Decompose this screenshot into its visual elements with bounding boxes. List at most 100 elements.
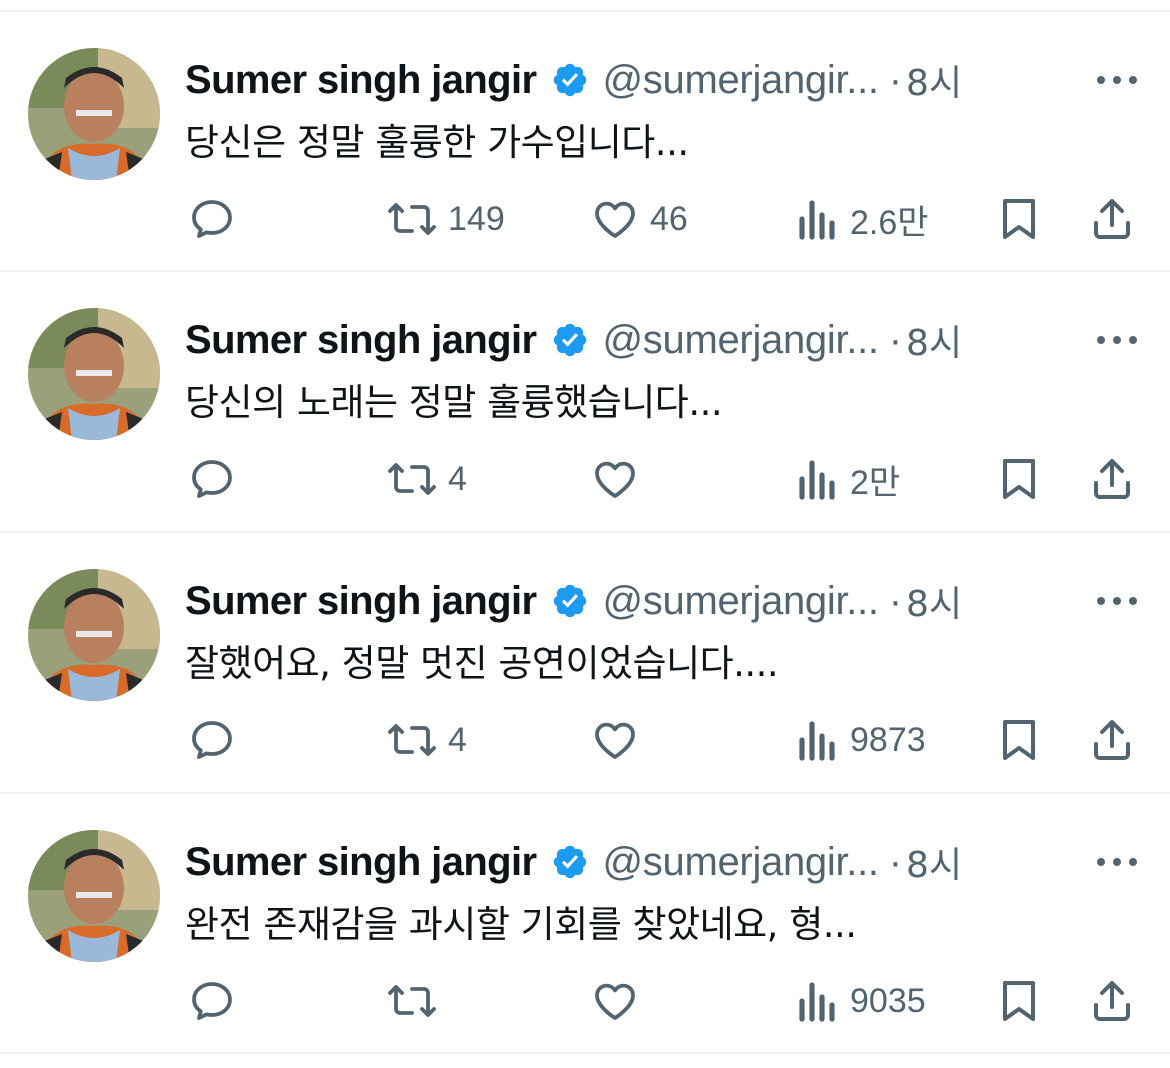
author-name[interactable]: Sumer singh jangir — [185, 840, 537, 885]
verified-badge-icon — [551, 61, 589, 99]
views-count: 2만 — [850, 463, 901, 502]
heart-icon — [590, 977, 640, 1025]
like-button[interactable] — [590, 452, 650, 506]
more-dots-icon[interactable] — [1094, 852, 1140, 872]
share-button[interactable] — [1088, 713, 1136, 767]
tweet[interactable]: Sumer singh jangir @sumerjangir... · 8시 … — [0, 533, 1170, 793]
repost-icon — [386, 455, 438, 503]
more-dots-icon[interactable] — [1094, 330, 1140, 350]
bookmark-icon — [996, 716, 1042, 764]
reply-button[interactable] — [188, 192, 236, 246]
views-count: 2.6만 — [850, 203, 929, 242]
author-handle[interactable]: @sumerjangir... — [603, 58, 880, 103]
tweet[interactable]: Sumer singh jangir @sumerjangir... · 8시 … — [0, 12, 1170, 272]
avatar-photo — [28, 569, 160, 701]
avatar[interactable] — [28, 308, 160, 440]
verified-badge-icon — [551, 843, 589, 881]
repost-button[interactable]: 4 — [386, 713, 467, 767]
repost-button[interactable] — [386, 974, 448, 1028]
author-handle[interactable]: @sumerjangir... — [603, 579, 880, 624]
tweet-text: 당신의 노래는 정말 훌륭했습니다... — [185, 381, 723, 424]
like-button[interactable]: 46 — [590, 192, 688, 246]
avatar[interactable] — [28, 830, 160, 962]
separator-dot: · — [888, 57, 903, 102]
like-button[interactable] — [590, 974, 650, 1028]
share-icon — [1088, 977, 1136, 1025]
avatar-photo — [28, 830, 160, 962]
bookmark-button[interactable] — [996, 192, 1042, 246]
heart-icon — [590, 195, 640, 243]
share-icon — [1088, 455, 1136, 503]
tweet-text: 완전 존재감을 과시할 기회를 찾았네요, 형... — [185, 903, 857, 946]
tweet-feed: Sumer singh jangir @sumerjangir... · 8시 … — [0, 0, 1170, 1068]
timestamp[interactable]: 8시 — [906, 314, 962, 366]
reply-icon — [188, 977, 236, 1025]
repost-icon — [386, 977, 438, 1025]
author-name[interactable]: Sumer singh jangir — [185, 58, 537, 103]
timestamp[interactable]: 8시 — [906, 54, 962, 106]
reply-button[interactable] — [188, 713, 236, 767]
more-dots-icon[interactable] — [1094, 591, 1140, 611]
views-button[interactable]: 9035 — [796, 974, 926, 1028]
verified-badge-icon — [551, 321, 589, 359]
tweet-header: Sumer singh jangir @sumerjangir... · 8시 — [185, 834, 1065, 890]
tweet-header: Sumer singh jangir @sumerjangir... · 8시 — [185, 573, 1065, 629]
share-button[interactable] — [1088, 974, 1136, 1028]
bookmark-button[interactable] — [996, 452, 1042, 506]
repost-count: 149 — [448, 199, 505, 238]
share-icon — [1088, 716, 1136, 764]
repost-icon — [386, 195, 438, 243]
views-bar-chart-icon — [796, 455, 840, 503]
bookmark-button[interactable] — [996, 713, 1042, 767]
tweet[interactable]: Sumer singh jangir @sumerjangir... · 8시 … — [0, 794, 1170, 1054]
views-bar-chart-icon — [796, 195, 840, 243]
author-name[interactable]: Sumer singh jangir — [185, 579, 537, 624]
timestamp[interactable]: 8시 — [906, 836, 962, 888]
author-handle[interactable]: @sumerjangir... — [603, 840, 880, 885]
author-handle[interactable]: @sumerjangir... — [603, 318, 880, 363]
reply-icon — [188, 455, 236, 503]
bookmark-icon — [996, 977, 1042, 1025]
timestamp[interactable]: 8시 — [906, 575, 962, 627]
heart-icon — [590, 716, 640, 764]
avatar[interactable] — [28, 569, 160, 701]
tweet-header: Sumer singh jangir @sumerjangir... · 8시 — [185, 312, 1065, 368]
avatar-photo — [28, 48, 160, 180]
views-bar-chart-icon — [796, 716, 840, 764]
reply-icon — [188, 716, 236, 764]
share-button[interactable] — [1088, 192, 1136, 246]
like-button[interactable] — [590, 713, 650, 767]
bookmark-button[interactable] — [996, 974, 1042, 1028]
heart-icon — [590, 455, 640, 503]
views-button[interactable]: 9873 — [796, 713, 926, 767]
bookmark-icon — [996, 195, 1042, 243]
reply-button[interactable] — [188, 974, 236, 1028]
bottom-divider — [0, 1052, 1170, 1054]
views-count: 9035 — [850, 981, 926, 1020]
reply-button[interactable] — [188, 452, 236, 506]
author-name[interactable]: Sumer singh jangir — [185, 318, 537, 363]
tweet-text: 당신은 정말 훌륭한 가수입니다... — [185, 121, 689, 164]
share-icon — [1088, 195, 1136, 243]
views-button[interactable]: 2.6만 — [796, 192, 929, 246]
separator-dot: · — [888, 317, 903, 362]
more-dots-icon[interactable] — [1094, 70, 1140, 90]
tweet-text: 잘했어요, 정말 멋진 공연이었습니다.... — [185, 642, 779, 685]
avatar-photo — [28, 308, 160, 440]
reply-icon — [188, 195, 236, 243]
verified-badge-icon — [551, 582, 589, 620]
like-count: 46 — [650, 199, 688, 238]
views-bar-chart-icon — [796, 977, 840, 1025]
bookmark-icon — [996, 455, 1042, 503]
share-button[interactable] — [1088, 452, 1136, 506]
avatar[interactable] — [28, 48, 160, 180]
repost-button[interactable]: 4 — [386, 452, 467, 506]
views-count: 9873 — [850, 720, 926, 759]
repost-button[interactable]: 149 — [386, 192, 505, 246]
repost-count: 4 — [448, 720, 467, 759]
views-button[interactable]: 2만 — [796, 452, 900, 506]
tweet-header: Sumer singh jangir @sumerjangir... · 8시 — [185, 52, 1065, 108]
repost-icon — [386, 716, 438, 764]
tweet[interactable]: Sumer singh jangir @sumerjangir... · 8시 … — [0, 272, 1170, 532]
repost-count: 4 — [448, 459, 467, 498]
